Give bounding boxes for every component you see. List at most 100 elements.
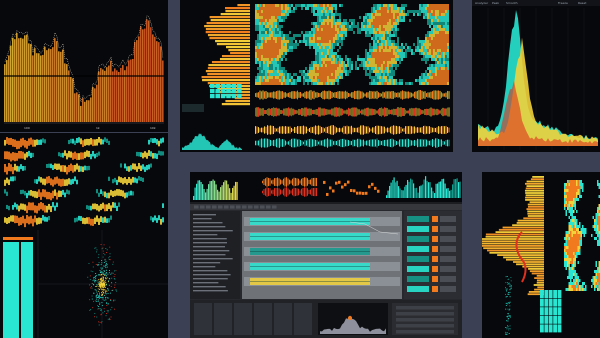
spectro-cell [570, 180, 572, 183]
spectrogram-cell [285, 34, 287, 37]
sonogram-cell [34, 191, 36, 198]
spectro-cell [597, 207, 599, 210]
spectrogram-cell [373, 28, 375, 31]
spectrogram-cell [379, 58, 381, 61]
spectrogram-cell [343, 34, 345, 37]
spectrogram-cell [259, 10, 261, 13]
mini-spectro [453, 179, 455, 198]
spectrogram-cell [441, 73, 443, 76]
spectro-cell [592, 276, 594, 279]
waveform-sample [298, 92, 300, 98]
waveform-sample [280, 139, 282, 147]
spectrogram-cell [311, 61, 313, 64]
spectro-cell [582, 183, 584, 186]
spectrogram-cell [295, 34, 297, 37]
waveform-sample [361, 125, 363, 135]
spectro-cell [570, 213, 572, 216]
waveform-sample [414, 91, 415, 99]
spectrogram-cell [295, 40, 297, 43]
waveform-sample [441, 126, 442, 134]
sonogram-cell [84, 139, 86, 146]
waveform-sample [298, 108, 300, 116]
waveform-sample [328, 139, 330, 147]
waveform-sample [438, 126, 439, 134]
waveform-sample [330, 90, 331, 100]
sonogram-cell [152, 153, 154, 159]
spectrum-bar [124, 70, 126, 122]
sonogram-cell [116, 189, 118, 196]
waveform-sample [259, 128, 261, 132]
spectro-cell [568, 264, 570, 267]
spectrogram-cell [347, 61, 349, 64]
spectrogram-cell [309, 70, 311, 73]
spectrogram-cell [345, 55, 347, 58]
sonogram-cell [44, 139, 46, 144]
spectrogram-cell [437, 25, 439, 28]
spectrogram-cell [405, 13, 407, 16]
scope-point [100, 271, 102, 273]
waveform-sample [411, 92, 412, 98]
spectro-cell [576, 237, 578, 240]
spectrogram-cell [397, 64, 399, 67]
spectrogram-cell [257, 55, 259, 58]
sonogram-cell [44, 205, 46, 213]
spectrum-bar [132, 58, 134, 122]
spectrogram-cell [343, 28, 345, 31]
spectrogram-cell [267, 25, 269, 28]
waveform-sample [372, 108, 373, 116]
spectrogram-cell [319, 79, 321, 82]
spectrogram-cell [385, 22, 387, 25]
spectrogram-cell [259, 49, 261, 52]
spectrogram-cell [313, 37, 315, 40]
spectrogram-cell [395, 58, 397, 61]
waveform-sample [357, 127, 358, 133]
spectrogram-cell [429, 37, 431, 40]
spectrogram-cell [325, 31, 327, 34]
spectrogram-cell [381, 16, 383, 19]
mini-spectro [395, 182, 397, 198]
mini-wave [286, 187, 287, 197]
spectrogram-cell [437, 55, 439, 58]
spectrogram-cell [275, 34, 277, 37]
spectrogram-cell [267, 28, 269, 31]
waveform-sample [334, 107, 336, 117]
spectrogram-cell [269, 82, 271, 85]
spectro-cell [565, 201, 567, 204]
spectrogram-cell [437, 67, 439, 70]
spectrogram-cell [323, 73, 325, 76]
spectrogram-cell [363, 19, 365, 22]
freq-tick-7: 10k [150, 126, 156, 130]
spectro-cell [573, 231, 575, 234]
spectrogram-cell [271, 34, 273, 37]
spectrogram-cell [275, 43, 277, 46]
spectrogram-cell [279, 46, 281, 49]
spectro-cell [574, 246, 576, 249]
spectrogram-cell [369, 82, 371, 85]
spectrogram-cell [265, 16, 267, 19]
toolbar-button [236, 205, 241, 209]
sonogram-cell [98, 192, 100, 197]
sonogram-cell [154, 215, 156, 221]
spectrogram-cell [281, 19, 283, 22]
spectrogram-cell [283, 7, 285, 10]
spectrogram-cell [337, 79, 339, 82]
waveform-sample [349, 140, 351, 146]
spectrogram-cell [445, 25, 447, 28]
spectrogram-cell [317, 25, 319, 28]
spectrogram-cell [303, 70, 305, 73]
spectrogram-cell [423, 73, 425, 76]
spectrogram-cell [433, 79, 435, 82]
sonogram-cell [42, 203, 44, 211]
sonogram-cell [12, 138, 14, 147]
spectrogram-cell [387, 73, 389, 76]
histogram-bar [216, 43, 250, 46]
spectrogram-cell [365, 61, 367, 64]
spectrogram-cell [443, 7, 445, 10]
spectrogram-cell [271, 28, 273, 31]
spectrogram-cell [323, 58, 325, 61]
spectrogram-cell [421, 58, 423, 61]
spectrogram-cell [321, 4, 323, 7]
spectrogram-cell [327, 10, 329, 13]
scope-point [95, 273, 97, 274]
scope-point [103, 272, 105, 274]
